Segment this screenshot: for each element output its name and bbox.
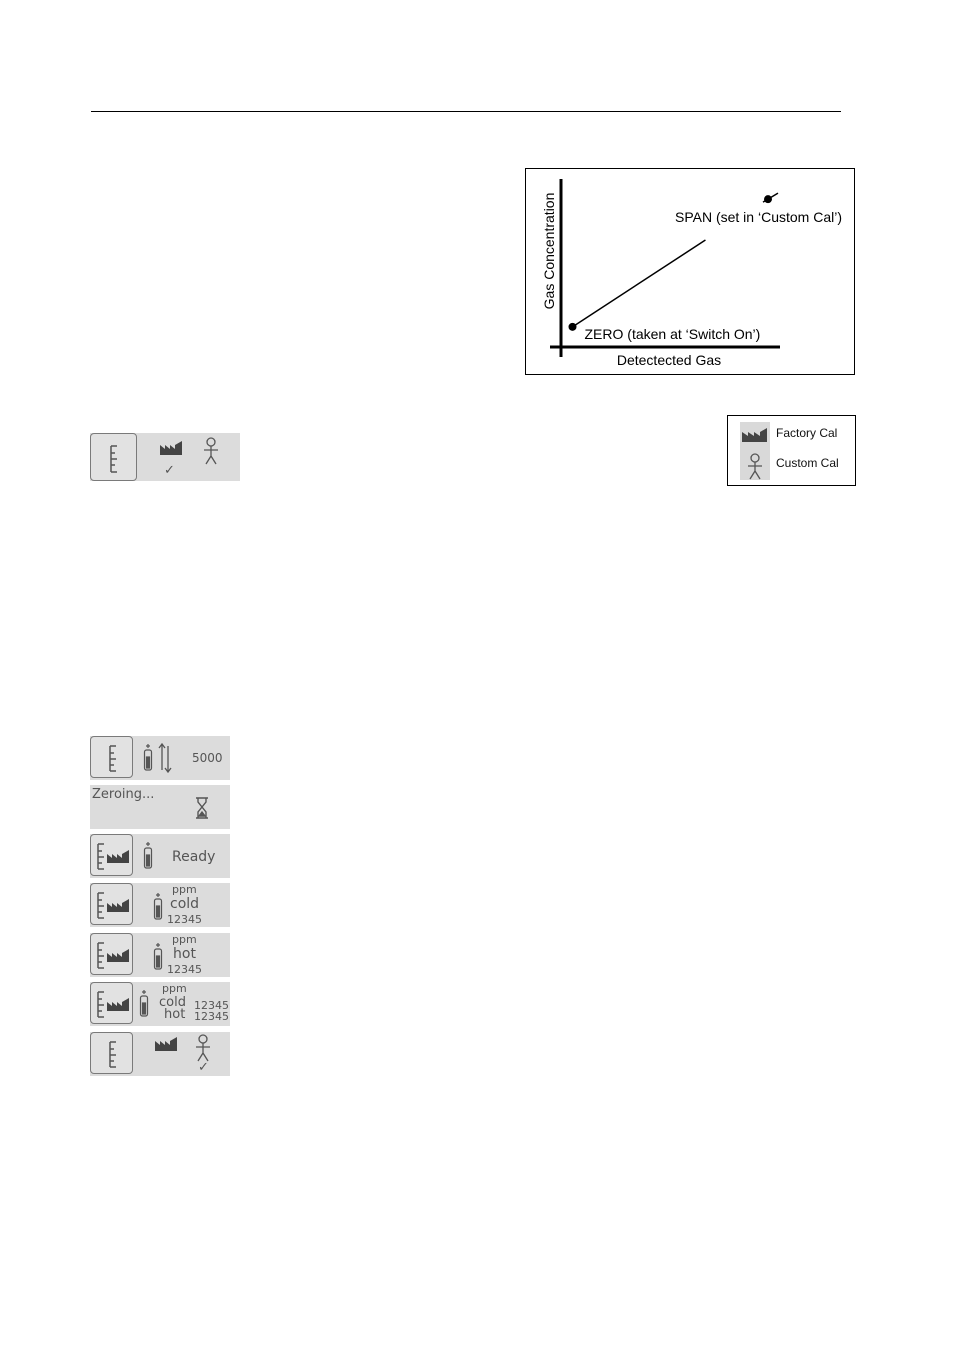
cold-value: 12345 xyxy=(167,913,202,926)
ready-screen: Ready xyxy=(90,834,230,878)
factory-icon xyxy=(107,899,129,912)
selected-check: ✓ xyxy=(198,1060,209,1075)
factory-icon xyxy=(107,949,129,962)
unit-label: ppm xyxy=(172,883,197,896)
ruler-icon xyxy=(97,892,104,919)
ruler-factory-button[interactable] xyxy=(90,834,133,876)
zero-point xyxy=(568,322,577,331)
span-label: SPAN (set in ‘Custom Cal’) xyxy=(675,209,842,225)
ruler-button[interactable] xyxy=(90,433,137,481)
factory-icon xyxy=(107,998,129,1011)
gas-cylinder-icon xyxy=(143,744,153,771)
up-down-arrows-icon[interactable] xyxy=(158,742,172,774)
gas-cylinder-icon xyxy=(153,943,163,970)
x-axis-label: Detectected Gas xyxy=(617,352,721,368)
gas-cylinder-icon xyxy=(139,990,149,1017)
person-icon[interactable] xyxy=(202,437,220,465)
span-value-screen: 5000 xyxy=(90,736,230,780)
y-axis-label: Gas Concentration xyxy=(541,193,557,310)
header-rule xyxy=(91,111,841,112)
ruler-icon xyxy=(109,745,116,772)
gas-cylinder-icon xyxy=(143,842,153,869)
legend-label-factory: Factory Cal xyxy=(776,426,838,440)
hot-label: hot xyxy=(164,1007,186,1022)
calibration-chart: SPAN (set in ‘Custom Cal’) ZERO (taken a… xyxy=(525,168,855,375)
zeroing-text: Zeroing... xyxy=(92,787,155,802)
ready-text: Ready xyxy=(172,849,216,865)
ruler-icon xyxy=(109,1041,116,1068)
ruler-icon xyxy=(110,445,117,473)
zeroing-screen: Zeroing... xyxy=(90,785,230,829)
factory-icon xyxy=(742,428,767,442)
ruler-factory-button[interactable] xyxy=(90,883,133,925)
unit-label: ppm xyxy=(162,982,187,995)
unit-label: ppm xyxy=(172,933,197,946)
gas-cylinder-icon xyxy=(153,893,163,920)
person-icon xyxy=(748,453,762,480)
ruler-icon xyxy=(97,942,104,969)
factory-icon[interactable] xyxy=(160,441,184,455)
cold-label: cold xyxy=(170,896,200,912)
span-point xyxy=(764,195,772,204)
ruler-icon xyxy=(97,991,104,1018)
hot-value: 12345 xyxy=(194,1010,229,1023)
span-value: 5000 xyxy=(192,751,223,765)
ruler-factory-button[interactable] xyxy=(90,982,133,1024)
legend-icon-strip xyxy=(740,422,770,480)
hot-label: hot xyxy=(173,946,196,962)
ruler-button[interactable] xyxy=(90,736,133,778)
calibration-line xyxy=(572,239,706,328)
ruler-button[interactable] xyxy=(90,1032,133,1074)
factory-icon[interactable] xyxy=(155,1037,179,1051)
factory-icon xyxy=(107,850,129,863)
selected-check: ✓ xyxy=(164,463,175,478)
legend: Factory Cal Custom Cal xyxy=(727,415,856,486)
cal-select-screen: ✓ xyxy=(90,433,240,481)
cold-reading-screen: ppm cold 12345 xyxy=(90,883,230,927)
legend-label-custom: Custom Cal xyxy=(776,456,839,470)
cold-hot-reading-screen: ppm cold hot 12345 12345 xyxy=(90,982,230,1026)
ruler-icon xyxy=(97,843,104,870)
hourglass-icon xyxy=(196,797,208,819)
custom-select-screen: ✓ xyxy=(90,1032,230,1076)
zero-label: ZERO (taken at ‘Switch On’) xyxy=(585,326,761,342)
hot-value: 12345 xyxy=(167,963,202,976)
person-icon[interactable] xyxy=(194,1034,212,1062)
ruler-factory-button[interactable] xyxy=(90,933,133,975)
chart-svg: SPAN (set in ‘Custom Cal’) ZERO (taken a… xyxy=(541,179,842,368)
hot-reading-screen: ppm hot 12345 xyxy=(90,933,230,977)
